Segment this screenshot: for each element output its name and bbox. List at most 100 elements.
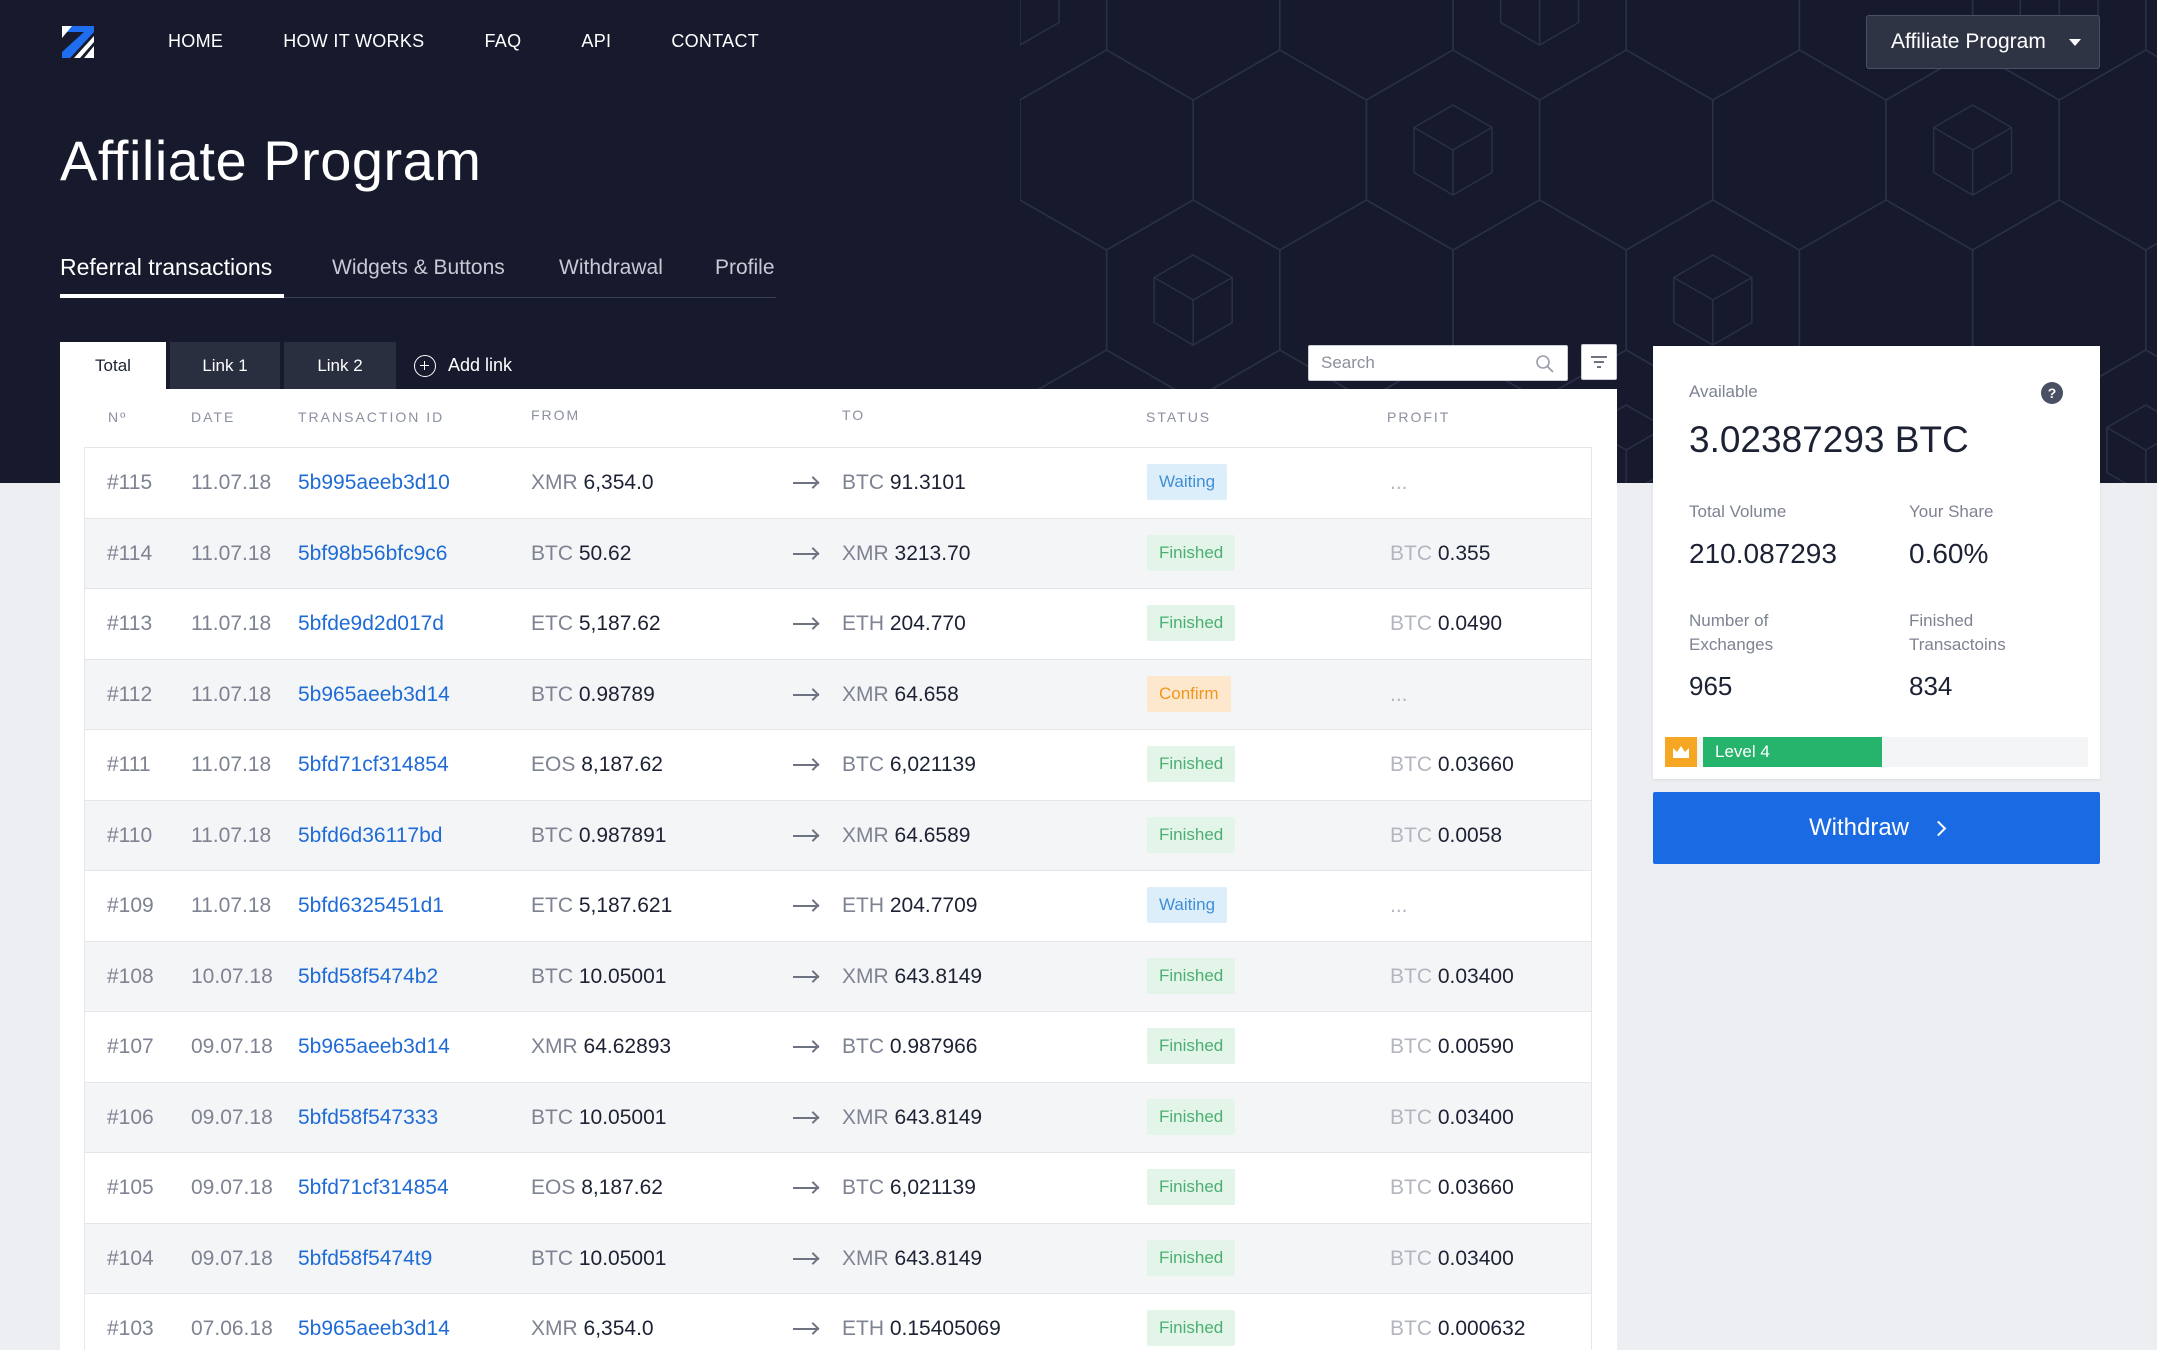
to-value: 643.8149: [894, 1246, 983, 1270]
row-number: #107: [107, 1035, 154, 1058]
transaction-id-link[interactable]: 5bfd58f547333: [298, 1105, 438, 1131]
search-input[interactable]: [1309, 346, 1519, 380]
arrow-right-icon: [793, 552, 819, 555]
col-date: DATE: [191, 409, 236, 425]
transaction-id-link[interactable]: 5bfd58f5474b2: [298, 964, 438, 990]
nav-faq[interactable]: FAQ: [484, 29, 521, 53]
nav-contact[interactable]: CONTACT: [671, 29, 759, 53]
subtab-link-2[interactable]: Link 2: [284, 342, 396, 389]
status-badge: Finished: [1147, 1169, 1236, 1205]
to-currency: ETH: [842, 894, 884, 917]
from-amount: ETC 5,187.62: [531, 611, 661, 637]
to-value: 204.7709: [889, 894, 978, 917]
from-amount: BTC 0.987891: [531, 823, 666, 849]
to-amount: XMR 643.8149: [842, 1246, 982, 1272]
table-row[interactable]: #113 11.07.18 5bfde9d2d017d ETC 5,187.62 ETH…: [84, 588, 1592, 659]
from-amount: XMR 6,354.0: [531, 470, 654, 496]
transaction-id-link[interactable]: 5bfd71cf314854: [298, 1175, 449, 1201]
affiliate-program-dropdown[interactable]: Affiliate Program: [1866, 15, 2100, 69]
from-currency: XMR: [531, 471, 578, 494]
transaction-id-link[interactable]: 5b965aeeb3d14: [298, 1034, 450, 1060]
transaction-id-link[interactable]: 5bfd6325451d1: [298, 893, 444, 919]
profit-cell: BTC 0.0490: [1390, 611, 1502, 637]
withdraw-button[interactable]: Withdraw: [1653, 792, 2100, 864]
table-row[interactable]: #103 07.06.18 5b965aeeb3d14 XMR 6,354.0 ETH …: [84, 1293, 1592, 1350]
tab-profile[interactable]: Profile: [715, 256, 775, 280]
table-row[interactable]: #110 11.07.18 5bfd6d36117bd BTC 0.987891 XMR…: [84, 799, 1592, 870]
from-currency: XMR: [531, 1317, 578, 1340]
profit-currency: BTC: [1390, 612, 1432, 635]
transaction-id-link[interactable]: 5bfd58f5474t9: [298, 1246, 432, 1272]
to-amount: BTC 6,021139: [842, 752, 976, 778]
col-status: STATUS: [1146, 409, 1212, 425]
from-currency: EOS: [531, 753, 576, 776]
col-profit: PROFIT: [1387, 409, 1451, 425]
transaction-id-link[interactable]: 5b995aeeb3d10: [298, 470, 450, 496]
to-value: 91.3101: [889, 471, 966, 494]
transaction-id-link[interactable]: 5b965aeeb3d14: [298, 682, 450, 708]
nav-api[interactable]: API: [581, 29, 611, 53]
row-number: #113: [107, 612, 153, 635]
subtab-total[interactable]: Total: [60, 342, 166, 389]
profit-currency: BTC: [1390, 1035, 1432, 1058]
row-number: #109: [107, 894, 154, 917]
active-tab-indicator: [60, 294, 284, 298]
profit-cell: ...: [1390, 470, 1408, 496]
transaction-id-link[interactable]: 5bfd6d36117bd: [298, 823, 442, 849]
to-currency: XMR: [842, 682, 889, 706]
from-value: 10.05001: [578, 964, 667, 988]
row-date: 07.06.18: [191, 1317, 273, 1340]
table-row[interactable]: #114 11.07.18 5bf98b56bfc9c6 BTC 50.62 XMR 3…: [84, 517, 1592, 588]
table-row[interactable]: #104 09.07.18 5bfd58f5474t9 BTC 10.05001 XMR…: [84, 1222, 1592, 1293]
table-row[interactable]: #111 11.07.18 5bfd71cf314854 EOS 8,187.62 BT…: [84, 729, 1592, 800]
from-value: 5,187.62: [578, 612, 661, 635]
filter-button[interactable]: [1581, 344, 1617, 380]
tab-widgets-buttons[interactable]: Widgets & Buttons: [332, 256, 505, 280]
row-date: 11.07.18: [191, 753, 272, 776]
row-number: #111: [107, 753, 151, 776]
from-amount: BTC 0.98789: [531, 682, 655, 708]
tab-withdrawal[interactable]: Withdrawal: [559, 256, 663, 280]
table-row[interactable]: #108 10.07.18 5bfd58f5474b2 BTC 10.05001 XMR…: [84, 940, 1592, 1011]
table-row[interactable]: #115 11.07.18 5b995aeeb3d10 XMR 6,354.0 BTC …: [84, 447, 1592, 518]
table-body: #115 11.07.18 5b995aeeb3d10 XMR 6,354.0 BTC …: [84, 447, 1592, 1350]
table-row[interactable]: #107 09.07.18 5b965aeeb3d14 XMR 64.62893 BTC…: [84, 1011, 1592, 1082]
row-number: #108: [107, 964, 154, 988]
logo-icon[interactable]: [58, 22, 98, 62]
from-amount: BTC 10.05001: [531, 964, 666, 990]
transaction-id-link[interactable]: 5bfde9d2d017d: [298, 611, 444, 637]
transaction-id-link[interactable]: 5bfd71cf314854: [298, 752, 449, 778]
to-value: 643.8149: [894, 1105, 983, 1129]
to-currency: BTC: [842, 1176, 884, 1199]
subtab-link-1[interactable]: Link 1: [170, 342, 280, 389]
to-value: 64.658: [894, 682, 959, 706]
profit-amount: 0.03400: [1437, 1246, 1514, 1270]
row-date: 09.07.18: [191, 1246, 273, 1270]
tab-referral-transactions[interactable]: Referral transactions: [60, 254, 272, 281]
profit-currency: BTC: [1390, 1176, 1432, 1199]
profit-cell: BTC 0.03400: [1390, 1246, 1514, 1272]
to-amount: ETH 204.7709: [842, 893, 977, 919]
profit-amount: 0.03400: [1437, 1105, 1514, 1129]
from-amount: BTC 10.05001: [531, 1105, 666, 1131]
balance-card: Available ? 3.02387293 BTC Total Volume …: [1653, 346, 2100, 779]
profit-cell: BTC 0.00590: [1390, 1034, 1514, 1060]
to-value: 0.15405069: [889, 1317, 1001, 1340]
add-link-button[interactable]: Add link: [414, 342, 512, 389]
table-row[interactable]: #106 09.07.18 5bfd58f547333 BTC 10.05001 XMR…: [84, 1081, 1592, 1152]
table-row[interactable]: #112 11.07.18 5b965aeeb3d14 BTC 0.98789 XMR …: [84, 658, 1592, 729]
profit-cell: BTC 0.000632: [1390, 1316, 1525, 1342]
status-badge: Finished: [1147, 1310, 1236, 1346]
from-amount: EOS 8,187.62: [531, 1175, 663, 1201]
arrow-right-icon: [793, 1187, 819, 1189]
search-icon[interactable]: [1535, 354, 1555, 374]
help-icon[interactable]: ?: [2041, 382, 2063, 404]
transaction-id-link[interactable]: 5b965aeeb3d14: [298, 1316, 450, 1342]
nav-how-it-works[interactable]: HOW IT WORKS: [283, 29, 424, 53]
arrow-right-icon: [793, 1257, 819, 1260]
transaction-id-link[interactable]: 5bf98b56bfc9c6: [298, 541, 447, 567]
exchanges-label-line-1: Number of: [1689, 611, 1769, 630]
table-row[interactable]: #109 11.07.18 5bfd6325451d1 ETC 5,187.621 ET…: [84, 870, 1592, 941]
nav-home[interactable]: HOME: [168, 29, 223, 53]
table-row[interactable]: #105 09.07.18 5bfd71cf314854 EOS 8,187.62 BT…: [84, 1152, 1592, 1223]
